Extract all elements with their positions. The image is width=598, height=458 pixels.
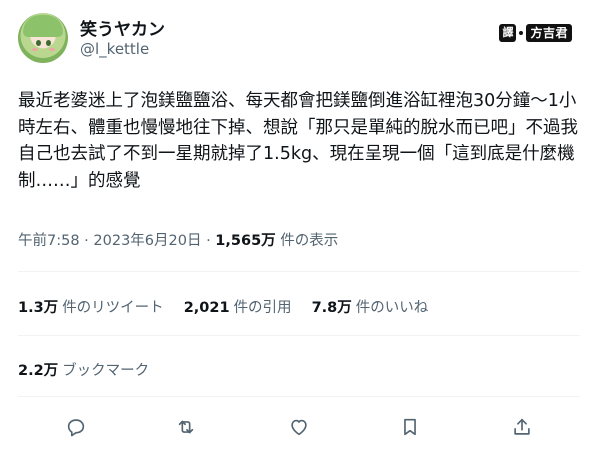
tweet-date[interactable]: 2023年6月20日 (93, 233, 201, 249)
retweets-stat[interactable]: 1.3万 件のリツイート (18, 296, 164, 317)
retweets-label: 件のリツイート (62, 300, 164, 316)
divider (18, 335, 580, 336)
bookmarks-count: 2.2万 (18, 363, 59, 379)
meta-separator: · (79, 233, 94, 249)
likes-label: 件のいいね (355, 300, 429, 316)
retweets-count: 1.3万 (18, 300, 59, 316)
like-button[interactable] (282, 410, 316, 444)
avatar[interactable] (18, 13, 68, 63)
author-handle[interactable]: @l_kettle (80, 40, 149, 58)
tweet-text: 最近老婆迷上了泡鎂鹽鹽浴、每天都會把鎂鹽倒進浴缸裡泡30分鐘～1小時左右、體重也… (18, 91, 578, 191)
translator-dot (519, 31, 524, 35)
divider (18, 396, 580, 397)
views-label: 件の表示 (275, 233, 339, 249)
meta-separator: · (201, 233, 216, 249)
tweet-meta: 午前7:58 · 2023年6月20日 · 1,565万 件の表示 (18, 229, 338, 250)
translator-badge: 譯 方吉君 (499, 24, 572, 42)
share-icon (514, 418, 530, 435)
views-count: 1,565万 (215, 233, 276, 249)
tweet-header: 笑うヤカン @l_kettle 譯 方吉君 (18, 13, 580, 65)
likes-count: 7.8万 (311, 300, 352, 316)
share-button[interactable] (505, 410, 539, 444)
action-bar (0, 410, 598, 446)
reply-icon (67, 419, 85, 437)
retweet-icon (178, 420, 194, 434)
likes-stat[interactable]: 7.8万 件のいいね (312, 296, 429, 317)
author-display-name[interactable]: 笑うヤカン (80, 15, 165, 40)
reply-button[interactable] (59, 410, 93, 444)
divider (18, 271, 580, 272)
bookmarks-stat[interactable]: 2.2万 ブックマーク (18, 359, 149, 380)
bookmark-button[interactable] (393, 410, 427, 444)
engagement-stats: 1.3万 件のリツイート 2,021 件の引用 7.8万 件のいいね (18, 296, 428, 317)
quotes-count: 2,021 (183, 300, 230, 316)
tweet-time[interactable]: 午前7:58 (18, 233, 80, 249)
bookmarks-label: ブックマーク (62, 363, 150, 379)
translator-tag: 譯 (499, 24, 517, 42)
bookmark-icon (404, 418, 416, 436)
quotes-stat[interactable]: 2,021 件の引用 (184, 296, 292, 317)
like-icon (291, 419, 307, 436)
quotes-label: 件の引用 (233, 300, 292, 316)
translator-name: 方吉君 (526, 24, 572, 42)
retweet-button[interactable] (169, 410, 203, 444)
